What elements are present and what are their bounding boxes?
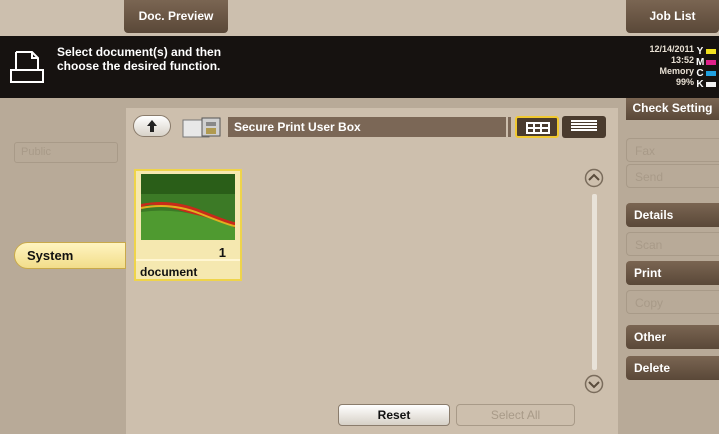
memory-label: Memory xyxy=(659,66,694,76)
document-page-count: 1 xyxy=(218,245,226,260)
toner-bar xyxy=(706,49,716,54)
up-arrow-icon xyxy=(147,120,157,132)
doc-preview-tab[interactable]: Doc. Preview xyxy=(124,0,228,33)
delete-button[interactable]: Delete xyxy=(626,356,719,380)
thumbnail-view-button[interactable] xyxy=(515,116,559,138)
document-thumbnail xyxy=(141,174,235,240)
toner-label: C xyxy=(696,68,704,79)
grid-view-icon xyxy=(526,122,550,134)
reset-button[interactable]: Reset xyxy=(338,404,450,426)
document-name: document xyxy=(140,265,198,279)
scroll-down-icon[interactable] xyxy=(584,374,604,394)
system-box-button[interactable]: System xyxy=(14,242,126,269)
scroll-up-icon[interactable] xyxy=(584,168,604,188)
fax-button: Fax xyxy=(626,138,719,162)
memory-value: 99% xyxy=(675,77,694,87)
list-view-button[interactable] xyxy=(562,116,606,138)
public-box-button: Public xyxy=(14,142,118,163)
job-list-tab[interactable]: Job List xyxy=(626,0,719,33)
toner-bar xyxy=(706,71,716,76)
scan-button: Scan xyxy=(626,232,719,256)
toner-label: M xyxy=(696,57,705,68)
toner-label: K xyxy=(696,79,704,90)
document-icon xyxy=(10,51,44,83)
document-divider xyxy=(136,259,240,261)
top-bar: Doc. Preview Job List xyxy=(0,0,719,36)
toner-label: Y xyxy=(696,46,704,57)
scrollbar-track[interactable] xyxy=(592,194,597,370)
document-item[interactable]: 1 document xyxy=(134,169,242,281)
instruction-message: Select document(s) and then choose the d… xyxy=(57,45,222,73)
list-view-icon xyxy=(571,120,597,131)
path-bar-end xyxy=(508,117,511,137)
check-setting-tab[interactable]: Check Setting xyxy=(626,98,719,120)
status-date: 12/14/2011 xyxy=(649,44,694,54)
select-all-button: Select All xyxy=(456,404,575,426)
status-readout: 12/14/2011 13:52 Memory 99% xyxy=(614,44,694,88)
up-folder-button[interactable] xyxy=(133,115,171,137)
box-path-title: Secure Print User Box xyxy=(228,117,506,137)
copy-button: Copy xyxy=(626,290,719,314)
details-button[interactable]: Details xyxy=(626,203,719,227)
print-button[interactable]: Print xyxy=(626,261,719,285)
toner-levels: Y M C K xyxy=(696,46,719,90)
toner-bar xyxy=(706,60,716,65)
message-bar: Select document(s) and then choose the d… xyxy=(0,36,719,98)
toner-bar xyxy=(706,82,716,87)
status-time: 13:52 xyxy=(670,55,694,65)
document-panel: Secure Print User Box 1 document Reset S… xyxy=(126,108,618,434)
other-button[interactable]: Other xyxy=(626,325,719,349)
send-button: Send xyxy=(626,164,719,188)
secure-box-icon xyxy=(182,117,221,138)
